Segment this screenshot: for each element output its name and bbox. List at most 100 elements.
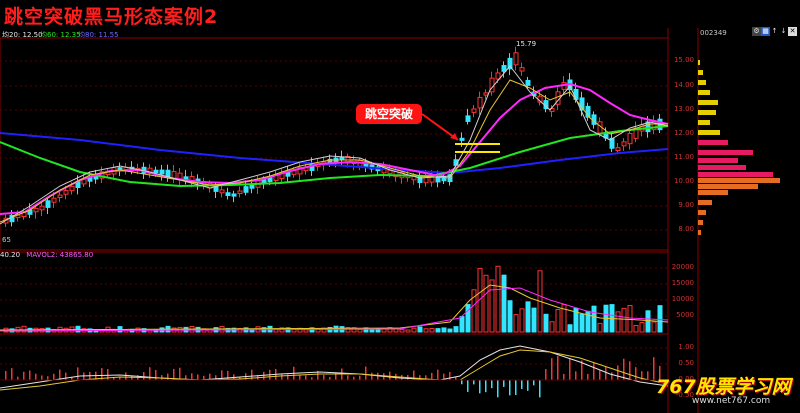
- peak-price-label: 15.79: [516, 40, 537, 48]
- profile-bar: [698, 158, 738, 163]
- profile-bar: [698, 230, 701, 235]
- volume-bar: [621, 307, 627, 333]
- candle-body: [63, 190, 69, 195]
- volume-bars: [3, 265, 663, 333]
- macd-bar: [599, 370, 601, 380]
- volume-bar: [639, 322, 645, 333]
- profile-bar: [698, 184, 758, 189]
- breakout-callout: 跳空突破: [356, 104, 422, 124]
- macd-bar: [575, 371, 577, 380]
- price-tick: 8.00: [678, 225, 694, 233]
- macd-bar: [59, 369, 61, 380]
- macd-bar: [515, 380, 517, 396]
- candle-body: [219, 189, 225, 194]
- macd-bar: [347, 375, 349, 380]
- candle-body: [33, 207, 39, 213]
- volume-tick: 10000: [671, 295, 694, 303]
- macd-bar: [629, 361, 631, 380]
- watermark-brand: 767股票学习网: [656, 376, 791, 398]
- macd-bar: [47, 376, 49, 380]
- volume-tick: 15000: [671, 279, 694, 287]
- profile-bar: [698, 90, 710, 95]
- profile-bar: [698, 220, 703, 225]
- macd-bar: [479, 380, 481, 394]
- macd-bar: [227, 370, 229, 380]
- volume-bar: [513, 314, 519, 333]
- macd-bar: [281, 374, 283, 380]
- macd-bar: [461, 380, 463, 385]
- candle-body: [69, 185, 75, 192]
- macd-bar: [11, 368, 13, 380]
- volume-bar: [495, 265, 501, 333]
- macd-bar: [551, 358, 553, 380]
- macd-dea-line: [0, 349, 669, 391]
- macd-tick: 1.00: [678, 343, 694, 351]
- macd-bar: [161, 375, 163, 380]
- macd-bar: [5, 370, 7, 380]
- candle-body: [459, 137, 465, 141]
- volume-bar: [657, 305, 663, 333]
- volume-bar: [525, 301, 531, 333]
- macd-bar: [53, 373, 55, 380]
- macd-bar: [617, 365, 619, 380]
- price-tick: 10.00: [673, 177, 694, 185]
- candle-body: [57, 194, 63, 199]
- macd-bar: [557, 355, 559, 380]
- candle-body: [621, 141, 627, 147]
- macd-bar: [653, 357, 655, 380]
- macd-bar: [263, 371, 265, 380]
- profile-bar: [698, 190, 728, 195]
- volume-bar: [369, 328, 375, 333]
- macd-bar: [569, 358, 571, 380]
- macd-bar: [563, 373, 565, 380]
- volume-bar: [651, 321, 657, 333]
- profile-bar: [698, 120, 710, 125]
- macd-bar: [77, 367, 79, 380]
- candle-body: [51, 197, 57, 203]
- macd-bar: [473, 380, 475, 385]
- macd-bar: [497, 380, 499, 398]
- candle-body: [39, 205, 45, 211]
- candle-body: [237, 190, 243, 195]
- macd-bar: [539, 380, 541, 398]
- volume-bar: [519, 308, 525, 333]
- mavol-readout: MAVOL2: 43865.80: [26, 251, 94, 259]
- candle-body: [525, 79, 531, 86]
- volume-bar: [405, 329, 411, 333]
- macd-bar: [485, 380, 487, 393]
- macd-bar: [125, 372, 127, 380]
- macd-bar: [359, 375, 361, 380]
- candle-body: [627, 132, 633, 145]
- volume-bar: [615, 311, 621, 333]
- volume-bar: [459, 316, 465, 333]
- volume-bar: [549, 321, 555, 333]
- volume-bar: [411, 327, 417, 333]
- macd-bar: [131, 375, 133, 380]
- volume-bar: [441, 327, 447, 333]
- macd-bar: [167, 373, 169, 380]
- profile-bar: [698, 210, 706, 215]
- candle-body: [159, 169, 165, 175]
- macd-bar: [365, 366, 367, 380]
- candle-body: [45, 200, 51, 208]
- volume-bar: [483, 274, 489, 333]
- volume-bar: [567, 324, 573, 333]
- macd-bar: [467, 380, 469, 392]
- candle-body: [225, 192, 231, 197]
- price-panel-frame: [0, 37, 669, 251]
- profile-bar: [698, 110, 716, 115]
- candle-body: [483, 92, 489, 96]
- macd-bar: [503, 380, 505, 387]
- volume-bar: [597, 322, 603, 333]
- volume-bar: [627, 305, 633, 333]
- macd-bar: [587, 373, 589, 380]
- profile-bar: [698, 150, 753, 155]
- volume-profile: [698, 60, 780, 235]
- macd-bar: [29, 370, 31, 380]
- macd-bar: [509, 380, 511, 396]
- profile-bar: [698, 172, 773, 177]
- macd-bar: [521, 380, 523, 390]
- volume-bar: [303, 329, 309, 333]
- candle-body: [153, 169, 159, 174]
- macd-bar: [647, 371, 649, 380]
